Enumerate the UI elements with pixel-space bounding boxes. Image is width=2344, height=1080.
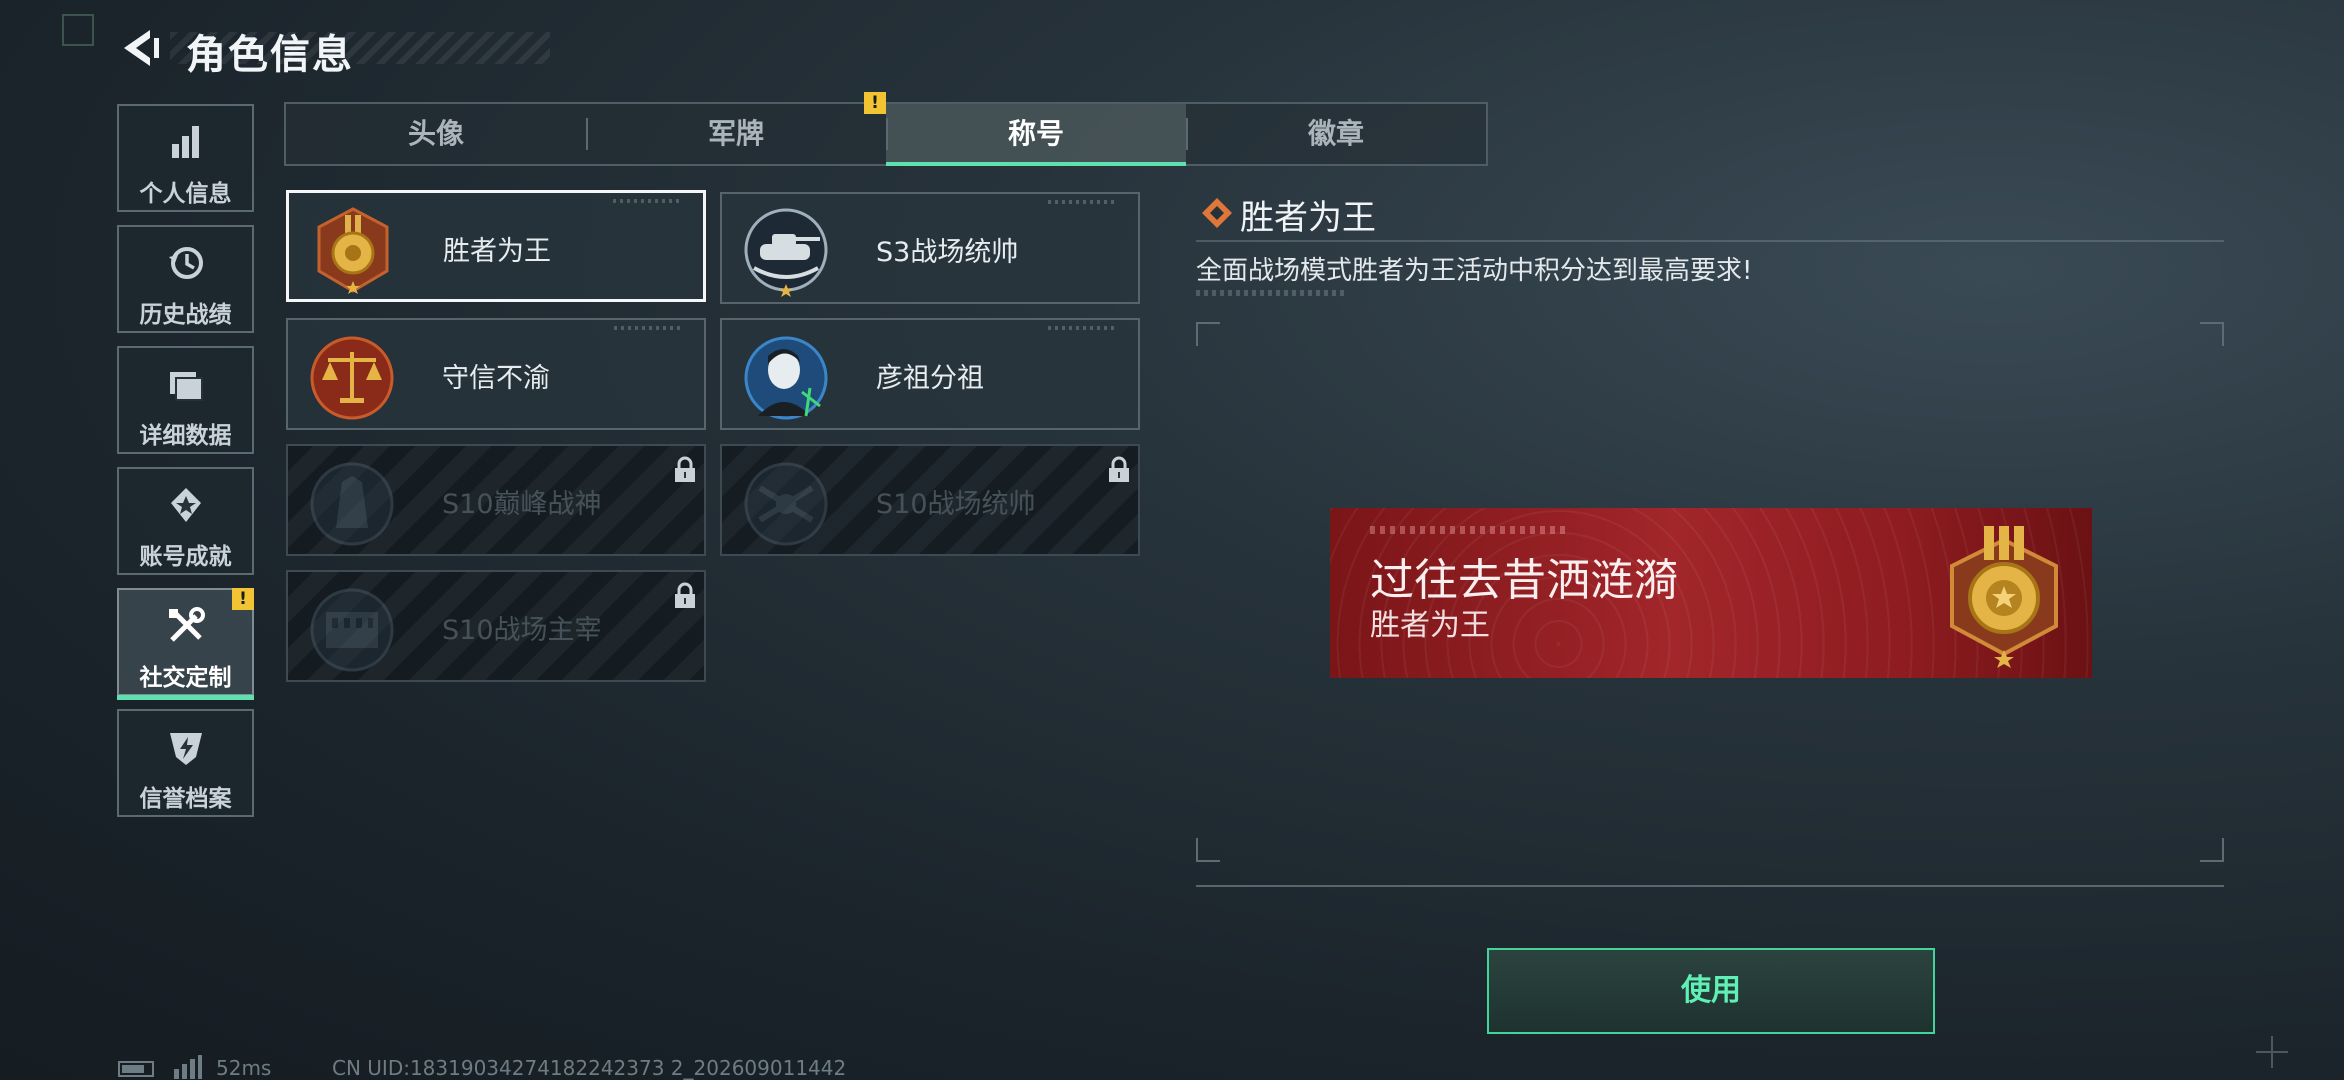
title-preview-banner: 过往去昔洒涟漪 胜者为王 bbox=[1330, 508, 2092, 678]
title-card-trustworthy[interactable]: 守信不渝 bbox=[286, 318, 706, 430]
credit-shield-icon bbox=[169, 733, 202, 765]
sidebar-item-history[interactable]: 历史战绩 bbox=[117, 225, 254, 333]
sidebar-item-personal-info[interactable]: 个人信息 bbox=[117, 104, 254, 212]
divider bbox=[1196, 885, 2224, 887]
bar-chart-icon bbox=[171, 126, 199, 158]
crosshair-icon bbox=[2256, 1036, 2288, 1068]
card-decoration bbox=[1048, 200, 1118, 204]
tab-badge[interactable]: 徽章 bbox=[1186, 104, 1486, 164]
title-name: 守信不渝 bbox=[442, 363, 550, 394]
scales-emblem-icon bbox=[310, 336, 394, 420]
corner-frame bbox=[62, 14, 94, 46]
title-card-s10-peak[interactable]: S10巅峰战神 bbox=[286, 444, 706, 556]
portrait-emblem-icon bbox=[744, 336, 828, 420]
sidebar-item-label: 个人信息 bbox=[139, 181, 232, 207]
preview-frame-corner bbox=[1196, 838, 1220, 862]
title-description: 全面战场模式胜者为王活动中积分达到最高要求! bbox=[1196, 256, 1753, 286]
title-card-winner[interactable]: 胜者为王 bbox=[286, 190, 706, 302]
title-name: S10战场主宰 bbox=[442, 615, 602, 646]
category-tabs: 头像 军牌 称号 徽章 bbox=[284, 102, 1488, 166]
lock-icon bbox=[1109, 456, 1129, 482]
folder-icon bbox=[169, 372, 203, 401]
battery-icon bbox=[118, 1061, 154, 1077]
notification-badge: ! bbox=[232, 588, 254, 610]
tab-avatar[interactable]: 头像 bbox=[286, 104, 586, 164]
lock-icon bbox=[675, 456, 695, 482]
tank-emblem-icon bbox=[744, 208, 828, 297]
title-name: S3战场统帅 bbox=[876, 237, 1019, 268]
notification-badge: ! bbox=[864, 92, 886, 114]
banner-decoration bbox=[1370, 526, 1570, 534]
achievement-icon bbox=[170, 488, 201, 522]
gold-medal-icon bbox=[1950, 526, 2058, 668]
sidebar-item-detail-data[interactable]: 详细数据 bbox=[117, 346, 254, 454]
use-button[interactable]: 使用 bbox=[1487, 948, 1935, 1034]
banner-sub-text: 胜者为王 bbox=[1370, 608, 1490, 643]
title-card-s10-ruler[interactable]: S10战场主宰 bbox=[286, 570, 706, 682]
preview-frame-corner bbox=[2200, 838, 2224, 862]
sidebar-item-label: 信誉档案 bbox=[139, 786, 232, 812]
title-card-s3-commander[interactable]: S3战场统帅 bbox=[720, 192, 1140, 304]
preview-frame-corner bbox=[1196, 322, 1220, 346]
card-decoration bbox=[613, 199, 683, 203]
sidebar-item-label: 社交定制 bbox=[139, 665, 232, 691]
user-uid: CN UID:18319034274182242373 2_2026090114… bbox=[332, 1056, 847, 1080]
signal-icon bbox=[174, 1055, 202, 1079]
title-card-s10-commander[interactable]: S10战场统帅 bbox=[720, 444, 1140, 556]
tab-dogtag[interactable]: 军牌 bbox=[586, 104, 886, 164]
title-name: S10战场统帅 bbox=[876, 489, 1036, 520]
card-decoration bbox=[614, 326, 684, 330]
title-name: S10巅峰战神 bbox=[442, 489, 602, 520]
title-name: 胜者为王 bbox=[443, 236, 551, 267]
card-decoration bbox=[1048, 326, 1118, 330]
sidebar-item-achievements[interactable]: 账号成就 bbox=[117, 467, 254, 575]
diamond-icon bbox=[1202, 198, 1232, 228]
monument-emblem-icon bbox=[310, 462, 394, 546]
sidebar-item-label: 详细数据 bbox=[139, 423, 232, 449]
drone-emblem-icon bbox=[744, 462, 828, 546]
colosseum-emblem-icon bbox=[310, 588, 394, 672]
sidebar-item-label: 历史战绩 bbox=[139, 302, 232, 328]
back-arrow-icon[interactable] bbox=[116, 24, 164, 72]
page-title: 角色信息 bbox=[186, 32, 354, 78]
sidebar-item-credit-profile[interactable]: 信誉档案 bbox=[117, 709, 254, 817]
tab-title[interactable]: 称号 bbox=[886, 104, 1186, 166]
title-name: 彦祖分祖 bbox=[876, 363, 984, 394]
history-clock-icon bbox=[168, 247, 203, 279]
banner-main-text: 过往去昔洒涟漪 bbox=[1370, 555, 1678, 606]
selected-title-name: 胜者为王 bbox=[1240, 198, 1376, 238]
fine-print-decoration bbox=[1196, 290, 1346, 296]
tools-icon bbox=[168, 607, 205, 642]
ping-readout: 52ms bbox=[216, 1056, 272, 1080]
sidebar-item-label: 账号成就 bbox=[139, 544, 232, 570]
lock-icon bbox=[675, 582, 695, 608]
preview-frame-corner bbox=[2200, 322, 2224, 346]
divider bbox=[1196, 240, 2224, 242]
title-card-yanzu[interactable]: 彦祖分祖 bbox=[720, 318, 1140, 430]
gold-medal-icon bbox=[317, 207, 389, 294]
